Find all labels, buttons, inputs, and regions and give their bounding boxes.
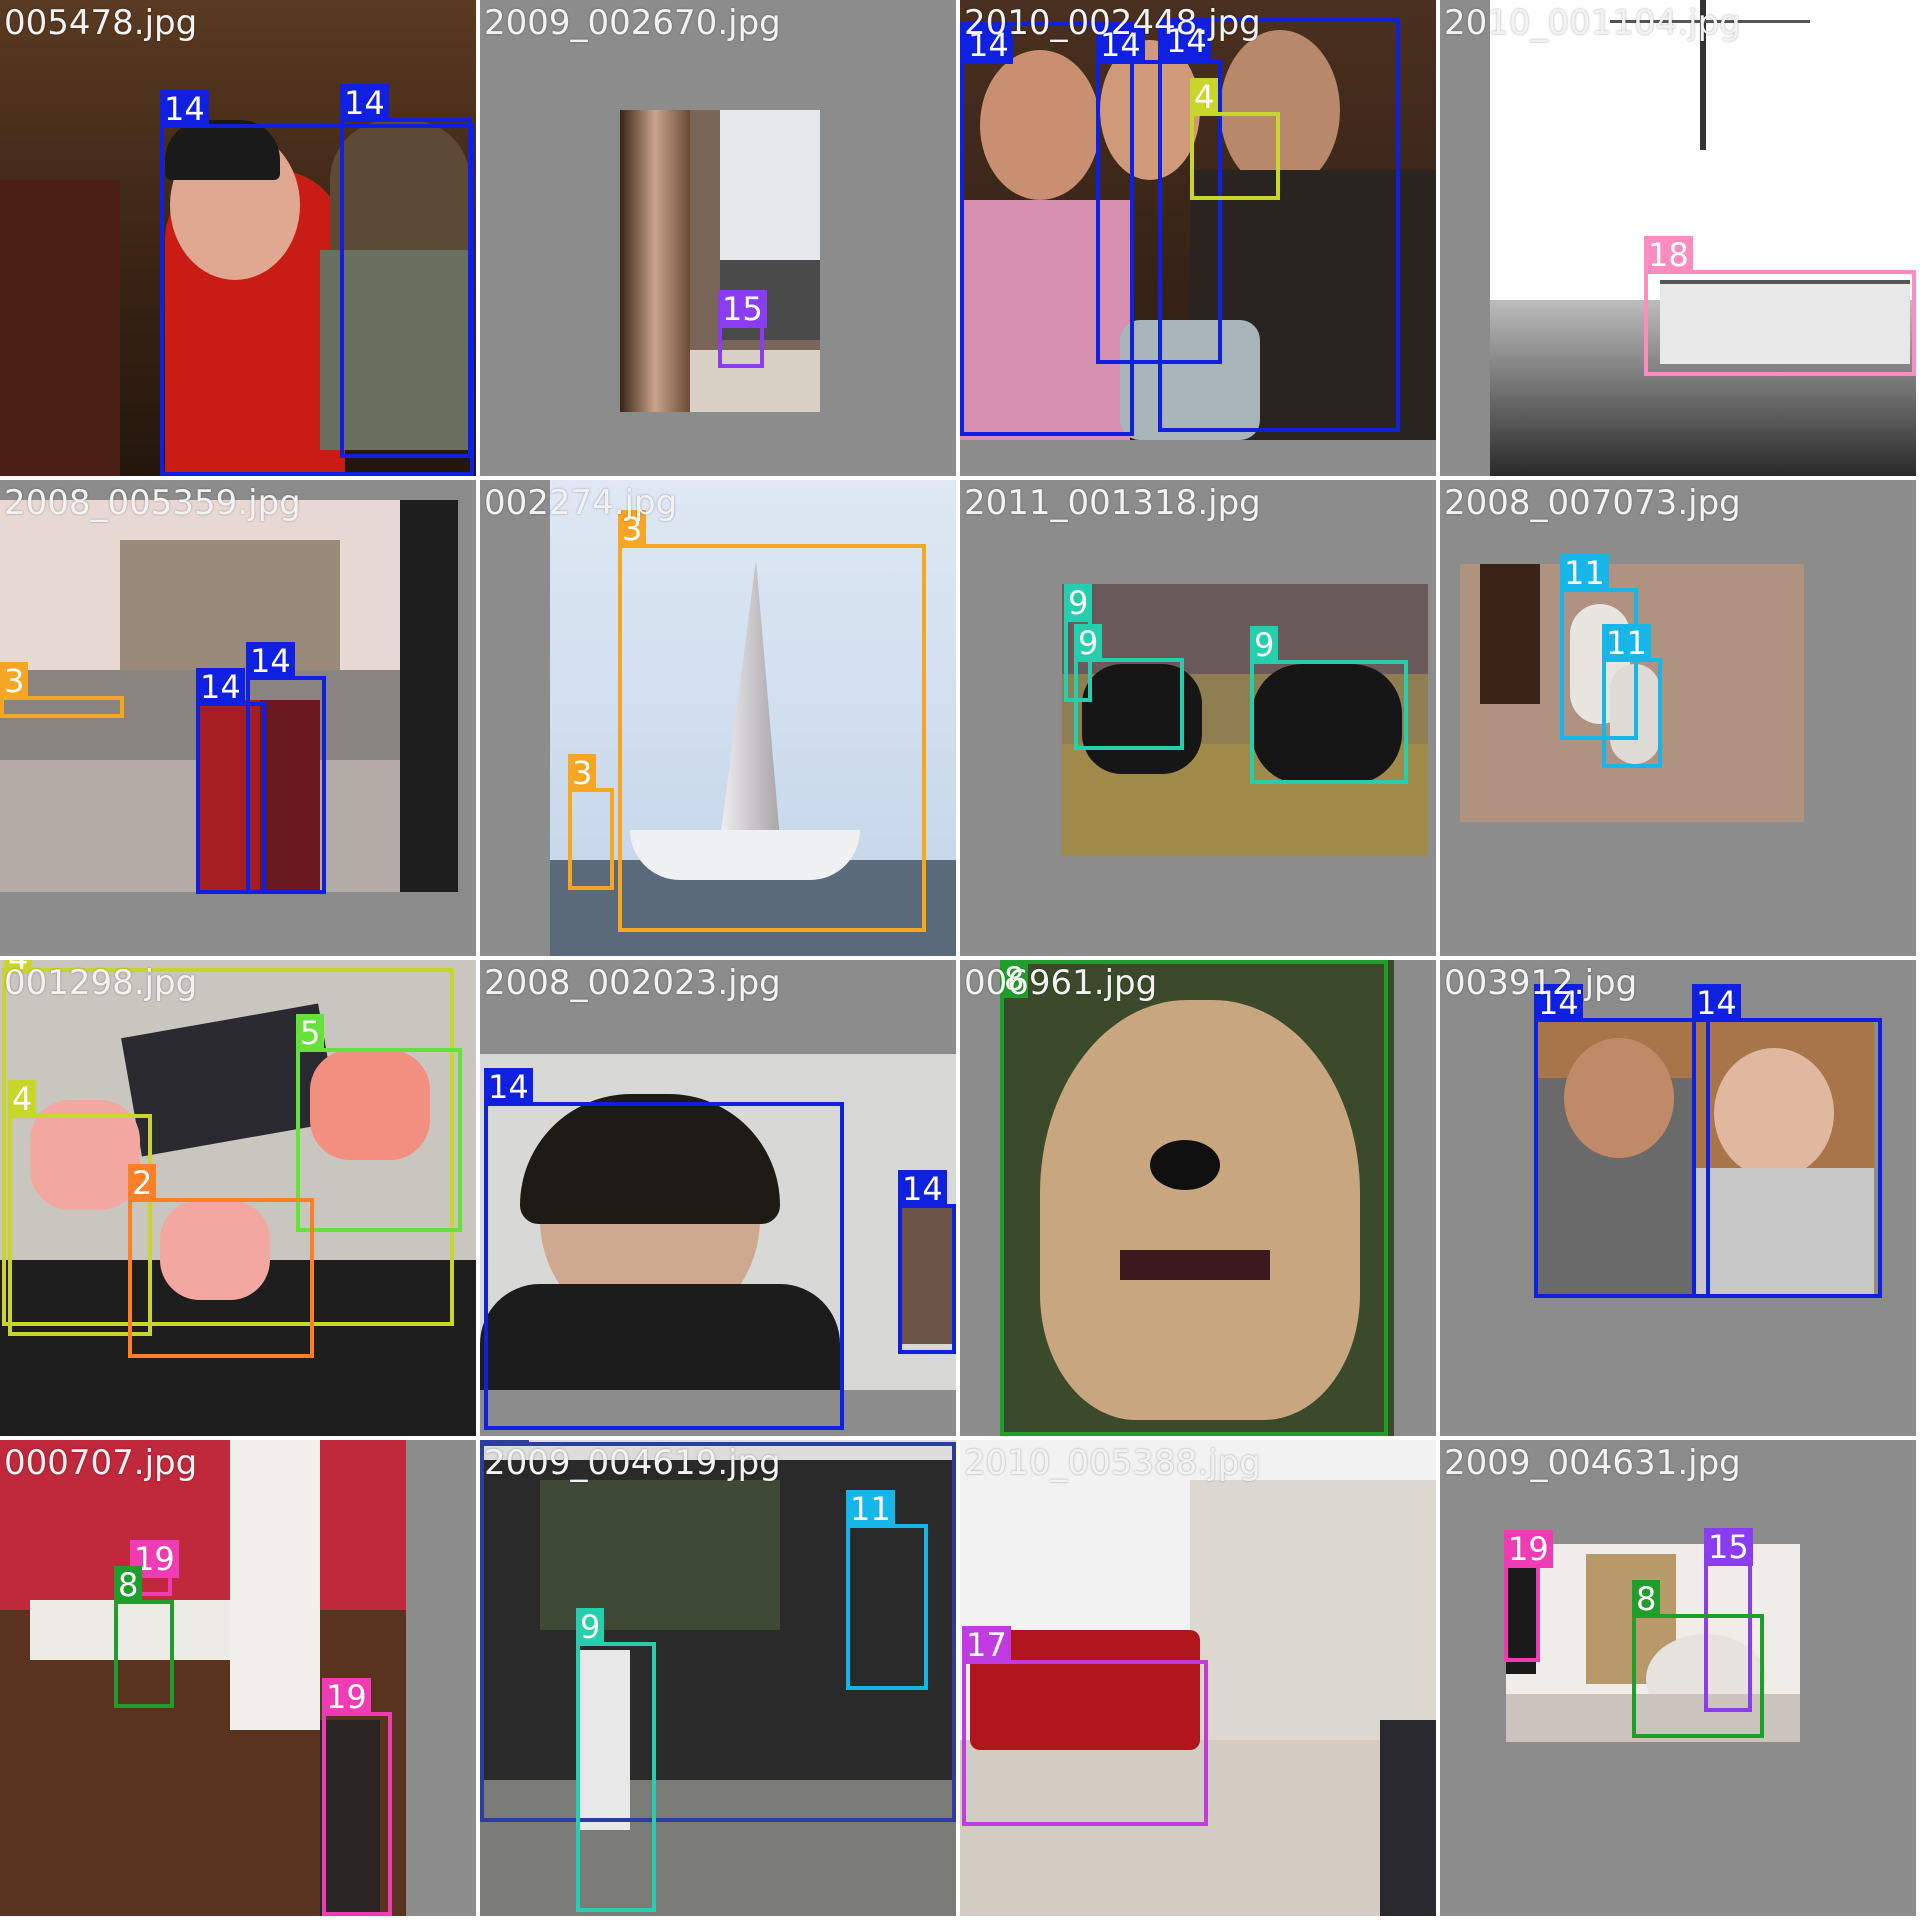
image-filename: 2009_004631.jpg	[1444, 1443, 1741, 1483]
image-filename: 001298.jpg	[4, 963, 198, 1003]
detection-box: 18	[1644, 236, 1916, 376]
detection-box: 3	[0, 662, 124, 718]
tile-9: 4 4 5 2 001298.jpg	[0, 960, 476, 1436]
tile-16: 19 15 8 2009_004631.jpg	[1440, 1440, 1916, 1916]
class-label: 8	[114, 1566, 143, 1604]
class-label: 14	[1692, 984, 1741, 1022]
tile-2: 15 2009_002670.jpg	[480, 0, 956, 476]
class-label: 9	[1074, 624, 1103, 662]
detection-box: 15	[718, 290, 767, 368]
class-label: 3	[568, 754, 597, 792]
class-label: 18	[1644, 236, 1693, 274]
class-label: 14	[196, 668, 245, 706]
image-filename: 2010_005388.jpg	[964, 1443, 1261, 1483]
tile-13: 19 8 19 000707.jpg	[0, 1440, 476, 1916]
tile-10: 14 14 2008_002023.jpg	[480, 960, 956, 1436]
class-label: 17	[962, 1626, 1011, 1664]
detection-box: 9	[1250, 626, 1408, 784]
image-filename: 2008_005359.jpg	[4, 483, 301, 523]
image-filename: 2011_001318.jpg	[964, 483, 1261, 523]
detection-box: 14	[246, 642, 326, 894]
class-label: 9	[1250, 626, 1279, 664]
class-label: 9	[1064, 584, 1093, 622]
class-label: 14	[246, 642, 295, 680]
class-label: 14	[160, 90, 209, 128]
tile-5: 3 14 14 2008_005359.jpg	[0, 480, 476, 956]
detection-box: 14	[1534, 984, 1710, 1298]
tile-12: 14 14 003912.jpg	[1440, 960, 1916, 1436]
detection-box: 19	[1504, 1530, 1553, 1662]
class-label: 14	[898, 1170, 947, 1208]
detection-box: 8	[1632, 1580, 1764, 1738]
class-label: 15	[1704, 1528, 1753, 1566]
image-filename: 2008_002023.jpg	[484, 963, 781, 1003]
image-filename: 2008_007073.jpg	[1444, 483, 1741, 523]
detection-box: 17	[962, 1626, 1208, 1826]
detection-box: 11	[1602, 624, 1662, 768]
class-label: 11	[1602, 624, 1651, 662]
class-label: 15	[718, 290, 767, 328]
tile-11: 8 006961.jpg	[960, 960, 1436, 1436]
tile-8: 11 11 2008_007073.jpg	[1440, 480, 1916, 956]
mosaic-grid: 14 14 005478.jpg 15 2009_002670.jpg 14 1…	[0, 0, 1920, 1920]
class-label: 3	[0, 662, 29, 700]
class-label: 14	[484, 1068, 533, 1106]
tile-1: 14 14 005478.jpg	[0, 0, 476, 476]
tile-3: 14 14 14 4 2010_002448.jpg	[960, 0, 1436, 476]
class-label: 5	[296, 1014, 325, 1052]
detection-box: 3	[618, 510, 926, 932]
detection-box: 5	[296, 1014, 462, 1232]
detection-box: 9	[1074, 624, 1184, 750]
detection-box: 8	[114, 1566, 174, 1708]
class-label: 19	[322, 1678, 371, 1716]
tile-7: 9 9 9 2011_001318.jpg	[960, 480, 1436, 956]
class-label: 11	[846, 1490, 895, 1528]
class-label: 4	[1190, 78, 1219, 116]
photo	[1490, 0, 1916, 476]
image-filename: 002274.jpg	[484, 483, 678, 523]
detection-box: 2	[128, 1164, 314, 1358]
class-label: 8	[1632, 1580, 1661, 1618]
class-label: 2	[128, 1164, 157, 1202]
detection-box: 14	[340, 84, 472, 458]
image-filename: 2010_001104.jpg	[1444, 3, 1741, 43]
detection-box: 8	[1000, 960, 1388, 1436]
image-filename: 003912.jpg	[1444, 963, 1638, 1003]
image-filename: 2009_002670.jpg	[484, 3, 781, 43]
detection-box: 14	[898, 1170, 956, 1354]
detection-box: 9	[576, 1608, 656, 1912]
detection-box: 11	[846, 1490, 928, 1690]
class-label: 4	[8, 1080, 37, 1118]
tile-6: 3 3 002274.jpg	[480, 480, 956, 956]
tile-15: 17 2010_005388.jpg	[960, 1440, 1436, 1916]
class-label: 14	[340, 84, 389, 122]
image-filename: 006961.jpg	[964, 963, 1158, 1003]
image-filename: 2009_004619.jpg	[484, 1443, 781, 1483]
tile-4: 18 2010_001104.jpg	[1440, 0, 1916, 476]
detection-box: 3	[568, 754, 614, 890]
detection-box: 14	[484, 1068, 844, 1430]
tile-14: 11 11 9 2009_004619.jpg	[480, 1440, 956, 1916]
image-filename: 000707.jpg	[4, 1443, 198, 1483]
image-filename: 2010_002448.jpg	[964, 3, 1261, 43]
detection-box: 4	[1190, 78, 1280, 200]
class-label: 11	[1560, 554, 1609, 592]
detection-box: 14	[1692, 984, 1882, 1298]
detection-box: 19	[322, 1678, 392, 1916]
image-filename: 005478.jpg	[4, 3, 198, 43]
class-label: 9	[576, 1608, 605, 1646]
class-label: 19	[1504, 1530, 1553, 1568]
